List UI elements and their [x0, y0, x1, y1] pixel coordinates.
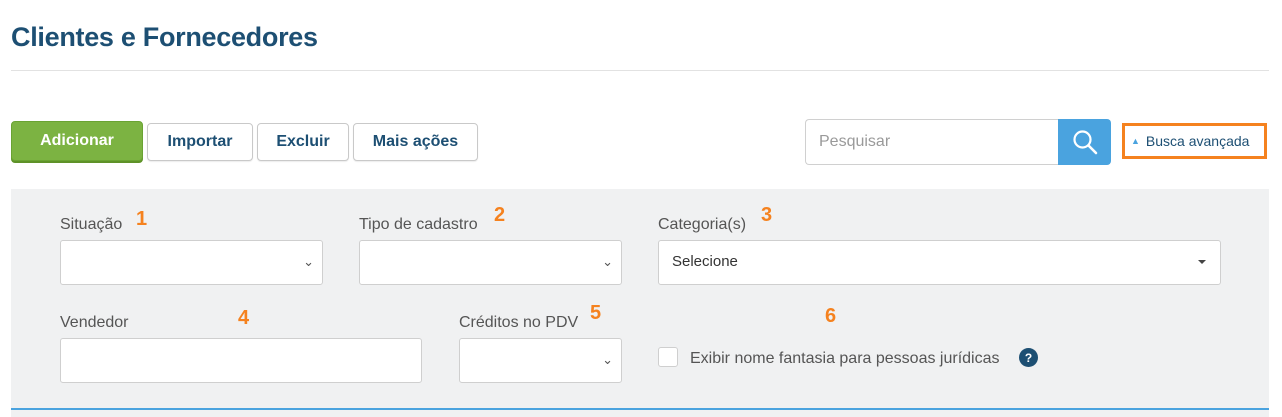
- caret-down-icon: [1198, 260, 1206, 264]
- creditos-pdv-label: Créditos no PDV: [459, 314, 579, 331]
- categoria-label: Categoria(s): [658, 216, 747, 233]
- chevron-down-icon: ⌄: [602, 352, 613, 367]
- search-icon: [1072, 130, 1097, 155]
- creditos-pdv-select[interactable]: ⌄: [459, 338, 622, 383]
- fantasia-checkbox[interactable]: [658, 347, 678, 367]
- categoria-select[interactable]: Selecione: [658, 240, 1221, 285]
- import-button[interactable]: Importar: [147, 123, 253, 161]
- marker-6: 6: [825, 305, 837, 327]
- advanced-search-toggle[interactable]: ▲ Busca avançada: [1122, 123, 1267, 159]
- categoria-value: Selecione: [672, 253, 738, 270]
- page-title: Clientes e Fornecedores: [11, 22, 318, 52]
- delete-button[interactable]: Excluir: [257, 123, 349, 161]
- marker-1: 1: [136, 208, 148, 230]
- advanced-search-label: Busca avançada: [1145, 133, 1250, 149]
- tipo-cadastro-select[interactable]: ⌄: [359, 240, 622, 285]
- help-icon[interactable]: ?: [1019, 348, 1038, 367]
- search-field[interactable]: [805, 119, 1059, 165]
- vendedor-label: Vendedor: [60, 314, 129, 331]
- situacao-label: Situação: [60, 216, 123, 233]
- more-actions-button[interactable]: Mais ações: [353, 123, 478, 161]
- panel-bottom-border: [11, 408, 1269, 410]
- situacao-select[interactable]: ⌄: [60, 240, 323, 285]
- caret-up-icon: ▲: [1131, 136, 1140, 146]
- marker-3: 3: [761, 204, 773, 226]
- search-input[interactable]: [819, 133, 1049, 151]
- vendedor-input[interactable]: [60, 338, 422, 383]
- marker-2: 2: [494, 204, 506, 226]
- tipo-cadastro-label: Tipo de cadastro: [359, 216, 478, 233]
- chevron-down-icon: ⌄: [602, 254, 613, 269]
- marker-5: 5: [590, 302, 602, 324]
- title-divider: [11, 70, 1269, 71]
- chevron-down-icon: ⌄: [303, 254, 314, 269]
- add-button[interactable]: Adicionar: [11, 121, 143, 161]
- search-button[interactable]: [1058, 119, 1111, 165]
- fantasia-checkbox-label[interactable]: Exibir nome fantasia para pessoas jurídi…: [690, 350, 1000, 368]
- marker-4: 4: [238, 307, 250, 329]
